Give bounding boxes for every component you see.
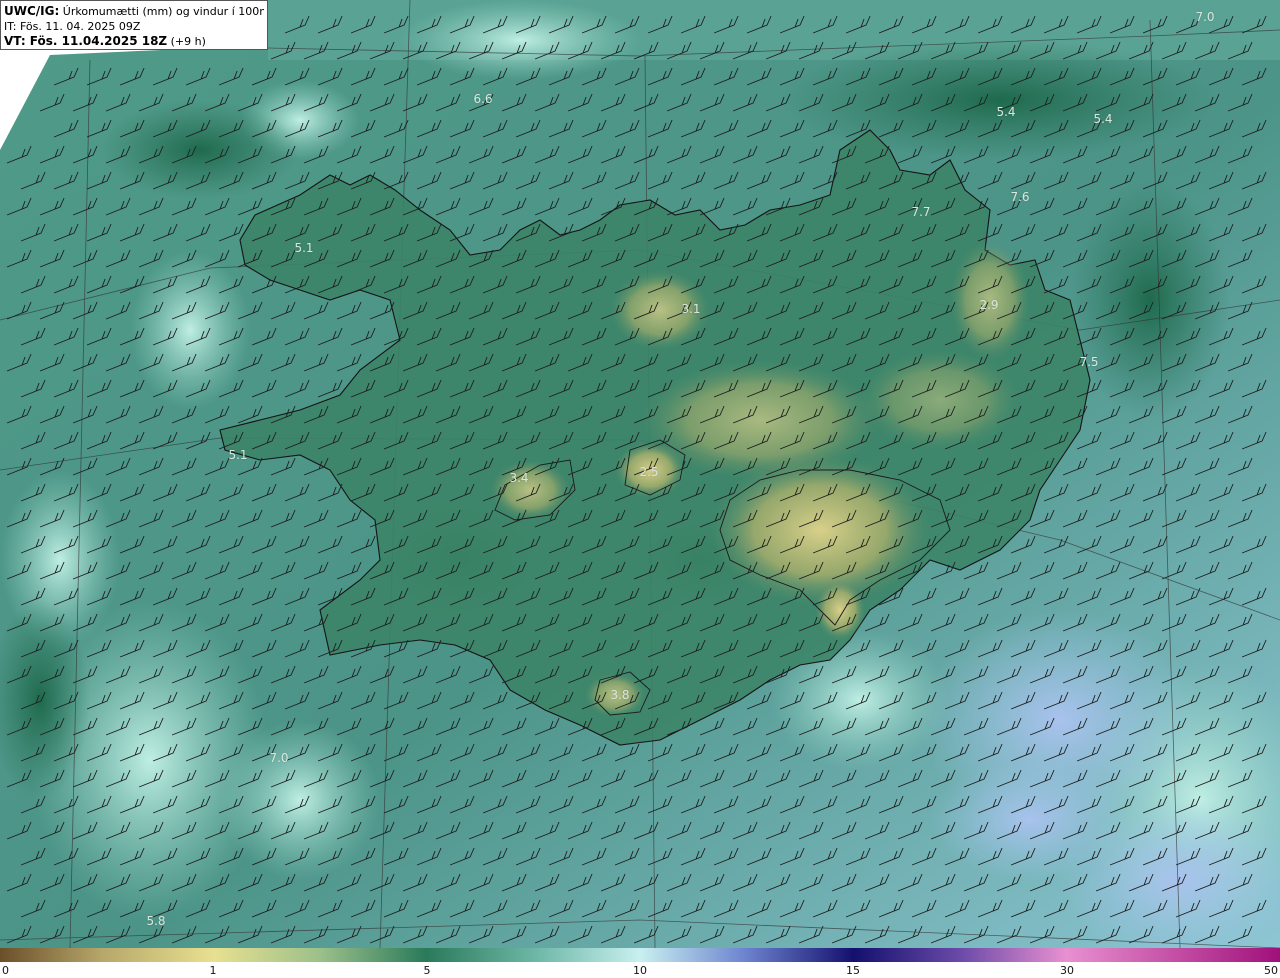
value-label: 7.0 [1195, 10, 1215, 24]
value-label: 7.0 [269, 751, 289, 765]
valid-time: VT: Fös. 11.04.2025 18Z [4, 34, 168, 48]
legend-tick-labels: 0 1 5 10 15 30 50 [0, 962, 1280, 978]
precip-blob [1070, 180, 1230, 420]
value-label: 5.4 [1093, 112, 1113, 126]
value-label: 5.4 [996, 105, 1016, 119]
legend-tick-10: 10 [633, 964, 647, 977]
legend-tick-15: 15 [846, 964, 860, 977]
value-label: 3.4 [509, 471, 529, 485]
value-label: 5.8 [146, 914, 166, 928]
legend-tick-5: 5 [423, 964, 431, 977]
precip-blob [400, 0, 640, 80]
map-info-box: UWC/IG: Úrkomumætti (mm) og vindur í 100… [0, 0, 268, 50]
value-label: 3.1 [681, 302, 701, 316]
forecast-hour: (+9 h) [167, 35, 206, 48]
title-text: Úrkomumætti (mm) og vindur í 100m hæð [62, 5, 264, 18]
init-time: IT: Fös. 11. 04. 2025 09Z [4, 20, 141, 33]
valid-time-line: VT: Fös. 11.04.2025 18Z (+9 h) [4, 34, 264, 49]
title-prefix: UWC/IG: [4, 4, 60, 18]
legend-tick-0: 0 [2, 964, 9, 977]
precip-blob [220, 720, 380, 880]
title-line: UWC/IG: Úrkomumætti (mm) og vindur í 100… [4, 4, 264, 19]
value-label: 3.8 [610, 688, 630, 702]
value-label: 2.5 [639, 465, 659, 479]
value-label: 5.1 [294, 241, 314, 255]
legend-tick-30: 30 [1060, 964, 1074, 977]
value-label: 7.5 [1079, 355, 1099, 369]
value-label: 6.6 [473, 92, 493, 106]
value-label: 7.7 [911, 205, 931, 219]
precip-blob [130, 250, 250, 410]
value-label: 2.9 [979, 298, 999, 312]
legend-tick-50: 50 [1264, 964, 1278, 977]
legend-colorbar [0, 948, 1280, 962]
legend-tick-1: 1 [209, 964, 217, 977]
value-label: 7.6 [1010, 190, 1030, 204]
value-label: 5.1 [228, 448, 248, 462]
precip-blob [930, 760, 1130, 880]
